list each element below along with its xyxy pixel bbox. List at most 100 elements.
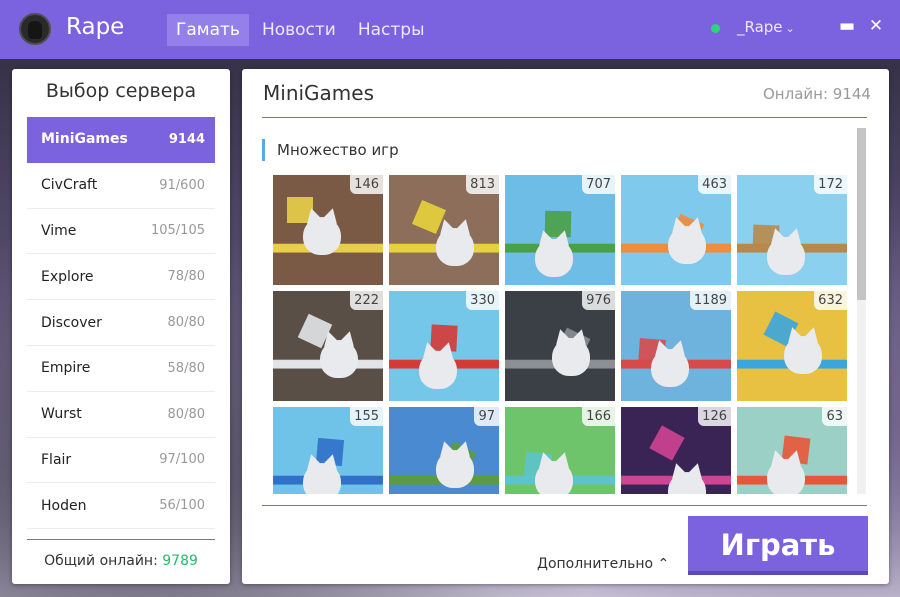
- server-item-civcraft[interactable]: CivCraft 91/600: [27, 163, 215, 209]
- close-button[interactable]: ✕: [865, 15, 887, 37]
- minimize-button[interactable]: ▬: [836, 15, 858, 37]
- chevron-down-icon: ⌄: [785, 22, 795, 35]
- nav-item-settings[interactable]: Настры: [349, 14, 434, 46]
- avatar[interactable]: [19, 13, 51, 45]
- server-item-minigames[interactable]: MiniGames 9144: [27, 117, 215, 163]
- cat-mascot-icon: [419, 351, 457, 389]
- game-tile[interactable]: 707: [505, 175, 615, 285]
- server-name: CivCraft: [41, 177, 98, 194]
- server-name: Explore: [41, 268, 94, 285]
- nav-item-play[interactable]: Гамать: [167, 14, 249, 46]
- game-tile[interactable]: 172: [737, 175, 847, 285]
- server-item-wurst[interactable]: Wurst 80/80: [27, 392, 215, 438]
- game-tile[interactable]: 632: [737, 291, 847, 401]
- game-tile[interactable]: 166: [505, 407, 615, 494]
- game-player-count: 155: [350, 407, 383, 426]
- server-item-hoden[interactable]: Hoden 56/100: [27, 483, 215, 530]
- server-count: 56/100: [159, 498, 205, 514]
- game-player-count: 172: [814, 175, 847, 194]
- game-tile[interactable]: 813: [389, 175, 499, 285]
- total-online-value: 9789: [162, 553, 198, 569]
- cat-mascot-icon: [668, 472, 706, 494]
- server-count: 9144: [168, 131, 205, 147]
- section-title: Множество игр: [262, 139, 399, 161]
- server-item-vime[interactable]: Vime 105/105: [27, 209, 215, 255]
- cat-mascot-icon: [767, 237, 805, 275]
- server-name: Wurst: [41, 406, 82, 423]
- server-count: 58/80: [167, 360, 205, 376]
- game-player-count: 707: [582, 175, 615, 194]
- game-player-count: 976: [582, 291, 615, 310]
- server-item-discover[interactable]: Discover 80/80: [27, 300, 215, 346]
- server-panel-title: Выбор сервера: [45, 80, 197, 102]
- game-item-shape: [649, 425, 685, 461]
- games-grid: 146 813 707 463 172 222 330 976 1189 632 155 97 166 1…: [273, 175, 848, 494]
- cat-mascot-icon: [651, 349, 689, 387]
- cat-mascot-icon: [436, 450, 474, 488]
- app-brand: Rape: [66, 14, 125, 40]
- game-player-count: 463: [698, 175, 731, 194]
- cat-mascot-icon: [535, 239, 573, 277]
- server-name: Hoden: [41, 497, 87, 514]
- game-tile[interactable]: 97: [389, 407, 499, 494]
- game-tile[interactable]: 1189: [621, 291, 731, 401]
- server-count: 80/80: [167, 315, 205, 331]
- server-count: 91/600: [159, 177, 205, 193]
- username: _Rape: [737, 18, 783, 36]
- cat-mascot-icon: [320, 340, 358, 378]
- game-player-count: 222: [350, 291, 383, 310]
- game-player-count: 97: [474, 407, 499, 426]
- more-toggle[interactable]: Дополнительно ⌃: [537, 556, 669, 572]
- cat-mascot-icon: [535, 461, 573, 494]
- game-player-count: 632: [814, 291, 847, 310]
- server-count: 97/100: [159, 452, 205, 468]
- game-player-count: 166: [582, 407, 615, 426]
- server-count: 105/105: [150, 223, 205, 239]
- game-tile[interactable]: 63: [737, 407, 847, 494]
- cat-mascot-icon: [436, 228, 474, 266]
- server-item-explore[interactable]: Explore 78/80: [27, 254, 215, 301]
- online-status-icon: [711, 24, 720, 33]
- divider: [262, 117, 867, 118]
- cat-mascot-icon: [784, 336, 822, 374]
- game-player-count: 330: [466, 291, 499, 310]
- cat-mascot-icon: [303, 463, 341, 494]
- cat-mascot-icon: [668, 226, 706, 264]
- cat-mascot-icon: [303, 217, 341, 255]
- server-count: 80/80: [167, 406, 205, 422]
- game-player-count: 146: [350, 175, 383, 194]
- page-title: MiniGames: [263, 81, 375, 105]
- server-item-flair[interactable]: Flair 97/100: [27, 438, 215, 484]
- game-tile[interactable]: 155: [273, 407, 383, 494]
- divider: [262, 505, 867, 506]
- game-tile[interactable]: 146: [273, 175, 383, 285]
- server-count: 78/80: [167, 269, 205, 285]
- server-name: MiniGames: [41, 131, 128, 148]
- server-name: Flair: [41, 451, 72, 468]
- cat-mascot-icon: [552, 338, 590, 376]
- game-tile[interactable]: 222: [273, 291, 383, 401]
- game-player-count: 813: [466, 175, 499, 194]
- total-online: Общий онлайн: 9789: [0, 553, 242, 569]
- server-name: Discover: [41, 314, 102, 331]
- game-tile[interactable]: 330: [389, 291, 499, 401]
- server-name: Empire: [41, 360, 91, 377]
- nav-item-news[interactable]: Новости: [253, 14, 345, 46]
- play-button[interactable]: Играть: [688, 516, 868, 575]
- cat-mascot-icon: [767, 459, 805, 494]
- main-nav: Гамать Новости Настры: [167, 14, 438, 46]
- game-tile[interactable]: 126: [621, 407, 731, 494]
- server-item-empire[interactable]: Empire 58/80: [27, 346, 215, 392]
- user-menu[interactable]: _Rape ⌄: [737, 18, 795, 36]
- online-count: Онлайн: 9144: [763, 85, 871, 103]
- game-tile[interactable]: 976: [505, 291, 615, 401]
- scrollbar-thumb[interactable]: [857, 128, 866, 300]
- total-online-label: Общий онлайн:: [44, 553, 158, 569]
- server-list: MiniGames 9144 CivCraft 91/600 Vime 105/105 Ex…: [27, 117, 215, 530]
- server-name: Vime: [41, 222, 77, 239]
- game-player-count: 126: [698, 407, 731, 426]
- game-player-count: 63: [822, 407, 847, 426]
- game-tile[interactable]: 463: [621, 175, 731, 285]
- game-player-count: 1189: [689, 291, 731, 310]
- divider: [27, 539, 215, 540]
